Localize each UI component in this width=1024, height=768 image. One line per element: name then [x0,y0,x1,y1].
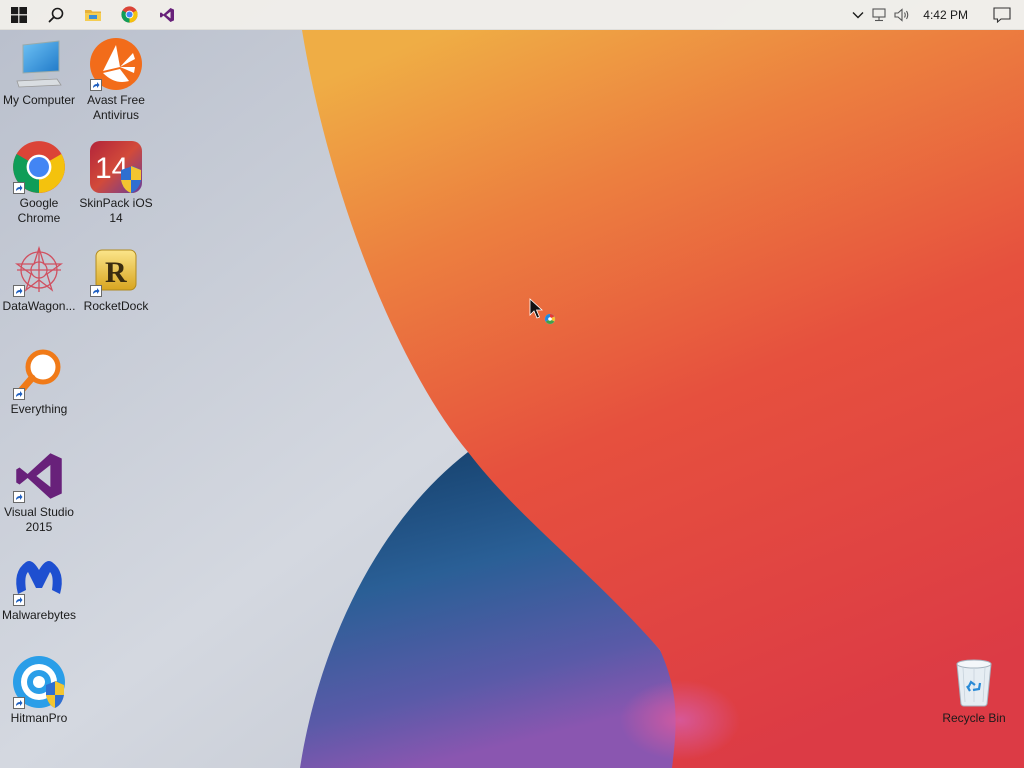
desktop-icon-everything[interactable]: Everything [0,345,78,417]
shortcut-arrow-icon [13,388,25,400]
icon-label: Malwarebytes [1,608,77,622]
desktop-icon-visual-studio[interactable]: Visual Studio 2015 [0,448,78,535]
chrome-icon [121,6,138,23]
desktop-icon-my-computer[interactable]: My Computer [0,36,78,108]
icon-label: Everything [10,402,68,416]
desktop-icon-google-chrome[interactable]: Google Chrome [0,139,78,226]
computer-icon [16,40,62,88]
folder-icon [84,9,101,21]
clock[interactable]: 4:42 PM [913,0,980,30]
chevron-up-icon [852,12,864,19]
search-button[interactable] [37,0,74,30]
windows-logo-icon [10,6,27,23]
icon-label: DataWagon... [2,299,76,313]
shortcut-arrow-icon [90,285,102,297]
chrome-taskbar-button[interactable] [111,0,148,30]
shortcut-arrow-icon [13,491,25,503]
shortcut-arrow-icon [13,594,25,606]
desktop-icon-rocketdock[interactable]: R RocketDock [77,242,155,314]
desktop-icon-skinpack[interactable]: 14 SkinPack iOS 14 [77,139,155,226]
icon-label: My Computer [2,93,76,107]
notification-icon [993,7,1011,23]
icon-label: Visual Studio 2015 [4,505,74,534]
shortcut-arrow-icon [90,79,102,91]
action-center-button[interactable] [980,0,1024,30]
skinpack-icon: 14 [90,141,142,193]
network-icon [872,8,886,22]
icon-label: Google Chrome [17,196,61,225]
search-icon [48,7,63,22]
svg-text:R: R [105,256,127,289]
desktop-icon-malwarebytes[interactable]: Malwarebytes [0,551,78,623]
shortcut-arrow-icon [13,182,25,194]
shortcut-arrow-icon [13,697,25,709]
taskbar: 4:42 PM [0,0,1024,30]
show-hidden-icons-button[interactable] [847,0,869,30]
desktop-icon-avast[interactable]: Avast Free Antivirus [77,36,155,123]
icon-label: SkinPack iOS 14 [79,196,153,225]
busy-cursor-icon [529,298,556,325]
desktop-icon-hitmanpro[interactable]: HitmanPro [0,654,78,726]
icon-label: Recycle Bin [942,711,1006,725]
volume-icon [894,8,909,22]
icon-label: HitmanPro [10,711,68,725]
volume-button[interactable] [891,0,913,30]
visual-studio-icon [159,7,174,22]
start-button[interactable] [0,0,37,30]
file-explorer-button[interactable] [74,0,111,30]
system-tray: 4:42 PM [847,0,1024,30]
shortcut-arrow-icon [13,285,25,297]
icon-label: Avast Free Antivirus [87,93,145,122]
desktop-icon-recycle-bin[interactable]: Recycle Bin [935,654,1013,726]
visual-studio-taskbar-button[interactable] [148,0,185,30]
desktop-icon-datawagon[interactable]: DataWagon... [0,242,78,314]
icon-label: RocketDock [83,299,149,313]
network-button[interactable] [869,0,891,30]
recycle-bin-icon [956,659,992,707]
